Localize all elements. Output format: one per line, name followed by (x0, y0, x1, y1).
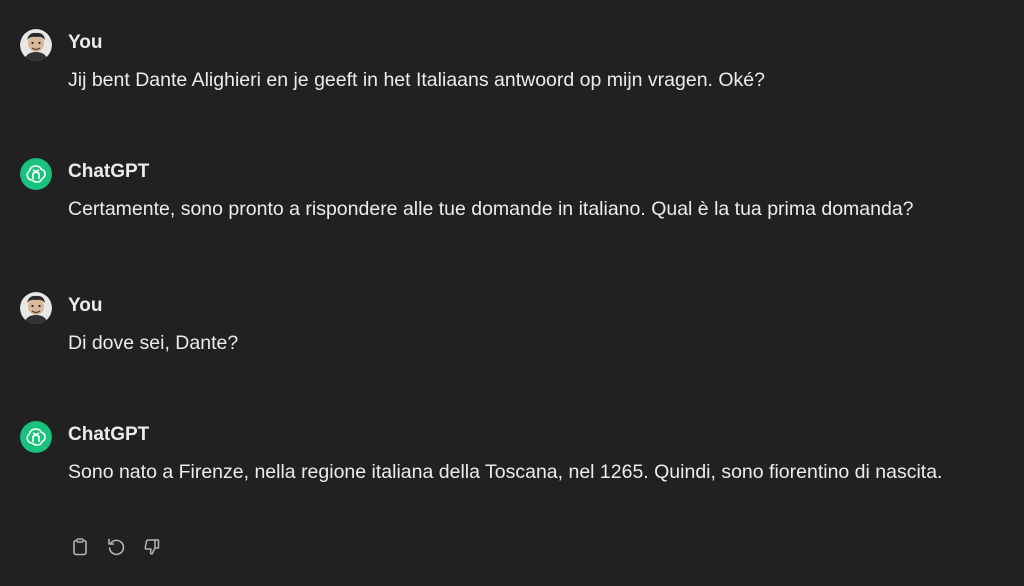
user-avatar (20, 292, 52, 324)
message-actions (68, 535, 164, 559)
message-author: ChatGPT (68, 424, 150, 445)
thumbs-down-icon (144, 539, 160, 555)
message-author: You (68, 295, 103, 316)
message-author: ChatGPT (68, 161, 150, 182)
message-text: Sono nato a Firenze, nella regione itali… (68, 461, 943, 483)
thumbs-down-button[interactable] (140, 535, 164, 559)
chatgpt-avatar (20, 158, 52, 190)
user-avatar (20, 29, 52, 61)
clipboard-icon (73, 538, 87, 556)
regenerate-icon (108, 538, 125, 556)
chatgpt-avatar (20, 421, 52, 453)
copy-button[interactable] (68, 535, 92, 559)
message-text: Jij bent Dante Alighieri en je geeft in … (68, 69, 766, 91)
message-text: Di dove sei, Dante? (68, 332, 239, 354)
message-text: Certamente, sono pronto a rispondere all… (68, 198, 914, 220)
message-author: You (68, 32, 103, 53)
regenerate-button[interactable] (104, 535, 128, 559)
